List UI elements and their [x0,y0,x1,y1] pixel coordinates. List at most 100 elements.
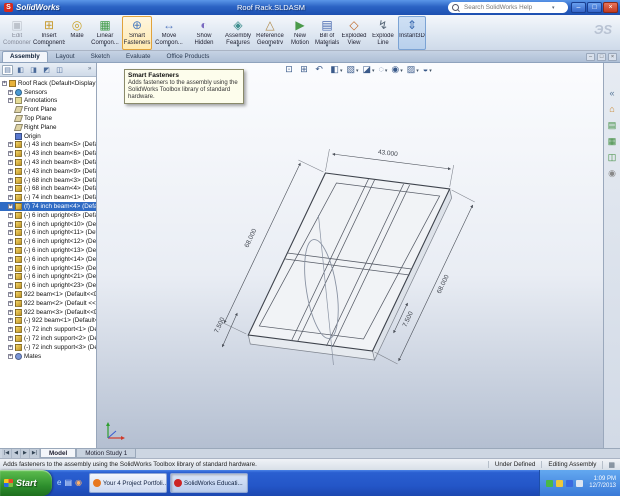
tree-item[interactable]: Roof Rack (Default<Display Stat [0,79,96,88]
viewport-canvas[interactable]: 43.000 68.000 7.500 68.000 7.500 [97,63,620,448]
tree-item[interactable]: (-) 72 inch support<3> (Defa [0,343,96,352]
expander-icon[interactable] [8,195,13,201]
tree-item[interactable]: (-) 43 inch beam<6> (Default< [0,149,96,158]
tab-scroll-button[interactable]: ▶ [21,449,30,458]
reference-geometry-button[interactable]: △ Reference Geometry [254,16,286,50]
command-tab[interactable]: Sketch [83,51,118,62]
volume-icon[interactable] [576,479,584,487]
expander-icon[interactable] [8,230,13,236]
search-input[interactable] [462,3,552,12]
tree-item[interactable]: (-) 6 inch upright<11> (Defaul [0,229,96,238]
command-tab[interactable]: Evaluate [118,51,159,62]
command-tab[interactable]: Assembly [2,51,48,62]
expander-icon[interactable] [8,160,13,166]
update-icon[interactable] [556,479,564,487]
smart-fasteners-button[interactable]: ⊕ Smart Fasteners [122,16,152,50]
taskbar-clock[interactable]: 1:09 PM 12/7/2013 [589,476,616,490]
doc-restore-button[interactable]: □ [597,53,606,61]
mate-button[interactable]: ◎ Mate [66,16,88,50]
expander-icon[interactable] [8,256,13,262]
status-grid-icon[interactable]: ▦ [602,460,620,469]
dimension-length-right[interactable]: 68.000 [436,274,451,295]
panel-overflow-chevron-icon[interactable] [88,66,91,72]
task-project-portfolio[interactable]: Your 4 Project Portfoli... [89,473,167,493]
expander-icon[interactable] [8,168,13,174]
dimension-length-left[interactable]: 68.000 [243,228,258,249]
expander-icon[interactable] [8,204,13,210]
expander-icon[interactable] [8,239,13,245]
insert-components-button[interactable]: ⊞ Insert Components [32,16,66,50]
expander-icon[interactable] [8,309,13,315]
view-palette-icon[interactable]: ◫ [608,153,617,162]
expander-icon[interactable] [8,336,13,341]
model-tab[interactable]: Model [40,449,77,458]
maximize-button[interactable]: □ [587,2,602,13]
bill-of-materials-button[interactable]: ▤ Bill of Materials [314,16,340,50]
hud-button[interactable]: ⊞ [300,65,311,74]
hud-button[interactable]: ◧ [330,65,342,74]
expander-icon[interactable] [8,283,13,289]
expander-icon[interactable] [8,89,13,95]
expander-icon[interactable] [2,80,7,86]
media-player-icon[interactable]: ◉ [75,479,82,487]
doc-minimize-button[interactable]: – [586,53,595,61]
assembly-features-button[interactable]: ◈ Assembly Features [222,16,254,50]
hud-button[interactable]: ▧ [346,65,358,74]
feature-manager-tab[interactable]: ▤ [2,64,13,75]
task-solidworks-education[interactable]: SolidWorks Educati... [170,473,248,493]
tree-item[interactable]: (f) 74 inch beam<4> (Default< [0,202,96,211]
hud-button[interactable]: ◒ [423,65,432,74]
show-hidden-components-button[interactable]: ◐ Show Hidden Components [186,16,222,50]
tree-item[interactable]: (-) 6 inch upright<21> (Defaul [0,273,96,282]
expander-icon[interactable] [8,221,13,227]
tree-item[interactable]: (-) 6 inch upright<15> (Defaul [0,264,96,273]
tree-item[interactable]: (-) 72 inch support<1> (Def [0,325,96,334]
tree-item[interactable]: (-) 43 inch beam<5> (Default< [0,141,96,150]
expander-icon[interactable] [8,292,13,298]
show-desktop-icon[interactable]: ▤ [64,479,72,487]
help-search-box[interactable] [448,2,568,13]
expander-icon[interactable] [8,248,13,254]
graphics-viewport[interactable]: 43.000 68.000 7.500 68.000 7.500 ⊡ ⊞ ↶ ◧… [97,63,620,448]
taskpane-collapse-icon[interactable]: « [609,89,614,98]
expander-icon[interactable] [8,98,13,104]
file-explorer-icon[interactable]: ▦ [608,137,617,146]
doc-close-button[interactable]: × [608,53,617,61]
tree-item[interactable]: Front Plane [0,105,96,114]
tab-scroll-button[interactable]: ◀ [12,449,22,458]
edit-components-button[interactable]: ▣ Edit Components [2,16,32,50]
tree-item[interactable]: (-) 6 inch upright<14> (Defaul [0,255,96,264]
instant3d-button[interactable]: ⇕ Instant3D [398,16,426,50]
tree-item[interactable]: Origin [0,132,96,141]
expander-icon[interactable] [8,151,13,157]
expander-icon[interactable] [8,142,13,148]
expander-icon[interactable] [8,300,13,306]
internet-explorer-icon[interactable]: e [57,479,61,487]
network-icon[interactable] [566,479,574,487]
move-component-button[interactable]: ↔ Move Compon... [152,16,186,50]
tree-item[interactable]: (-) 72 inch support<2> (Defa [0,334,96,343]
tree-item[interactable]: (-) 43 inch beam<9> (Default< [0,167,96,176]
explode-line-sketch-button[interactable]: ↯ Explode Line Sketch [368,16,398,50]
tree-item[interactable]: Mates [0,352,96,361]
tree-item[interactable]: (-) 922 beam<1> (Default<< [0,317,96,326]
new-motion-study-button[interactable]: ▶ New Motion Study [286,16,314,50]
tree-item[interactable]: Top Plane [0,114,96,123]
command-tab[interactable]: Office Products [158,51,217,62]
tree-item[interactable]: (-) 6 inch upright<6> (Default< [0,211,96,220]
expander-icon[interactable] [8,344,13,350]
tree-item[interactable]: (-) 68 inch beam<3> (Default< [0,176,96,185]
expander-icon[interactable] [8,353,13,359]
start-button[interactable]: Start [0,470,52,496]
hud-button[interactable]: ▨ [407,65,419,74]
expander-icon[interactable] [8,327,13,333]
expander-icon[interactable] [8,212,13,218]
design-library-icon[interactable]: ▤ [608,121,617,130]
hud-button[interactable]: ↶ [315,65,326,74]
expander-icon[interactable] [8,274,13,280]
linear-component-pattern-button[interactable]: ▦ Linear Compon... [88,16,122,50]
tree-item[interactable]: (-) 43 inch beam<8> (Default< [0,158,96,167]
hud-button[interactable]: ◉ [391,65,402,74]
tab-scroll-button[interactable]: ▶| [29,449,41,458]
tree-item[interactable]: 922 beam<1> (Default<<Def [0,290,96,299]
